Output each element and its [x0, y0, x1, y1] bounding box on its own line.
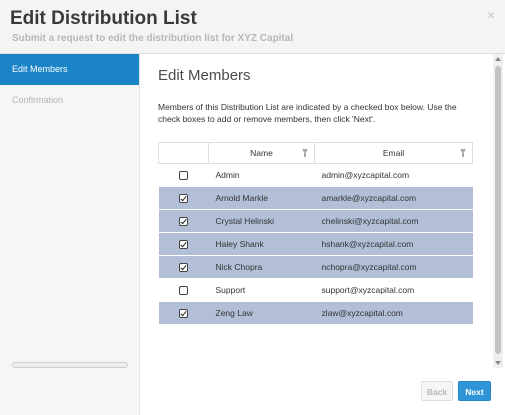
table-row[interactable]: Crystal Helinski chelinski@xyzcapital.com	[158, 209, 473, 233]
close-icon[interactable]: ×	[487, 7, 495, 23]
member-checkbox[interactable]	[179, 171, 188, 181]
table-row[interactable]: Admin admin@xyzcapital.com	[158, 163, 473, 187]
row-checkbox-cell	[158, 163, 209, 187]
next-button[interactable]: Next	[458, 381, 491, 401]
member-checkbox[interactable]	[179, 263, 188, 273]
member-email: nchopra@xyzcapital.com	[314, 255, 473, 279]
scroll-down-arrow-icon[interactable]	[495, 361, 501, 365]
dialog-subtitle: Submit a request to edit the distributio…	[12, 33, 294, 44]
member-checkbox[interactable]	[179, 286, 188, 296]
member-name: Crystal Helinski	[208, 209, 315, 233]
member-email: zlaw@xyzcapital.com	[314, 301, 473, 325]
sidebar-horizontal-scrollbar[interactable]	[12, 362, 128, 368]
member-name: Nick Chopra	[208, 255, 315, 279]
scroll-up-arrow-icon[interactable]	[495, 57, 501, 61]
member-name: Haley Shank	[208, 232, 315, 256]
instructions-text: Members of this Distribution List are in…	[158, 102, 457, 124]
table-row[interactable]: Nick Chopra nchopra@xyzcapital.com	[158, 255, 473, 279]
row-checkbox-cell	[158, 209, 209, 233]
table-row[interactable]: Haley Shank hshank@xyzcapital.com	[158, 232, 473, 256]
back-button[interactable]: Back	[421, 381, 453, 401]
filter-icon[interactable]	[460, 149, 466, 157]
step-confirmation[interactable]: Confirmation	[0, 85, 139, 116]
member-email: hshank@xyzcapital.com	[314, 232, 473, 256]
table-header-row: Name Email	[158, 142, 473, 164]
table-row[interactable]: Arnold Markle amarkle@xyzcapital.com	[158, 186, 473, 210]
member-checkbox[interactable]	[179, 194, 188, 204]
table-row[interactable]: Zeng Law zlaw@xyzcapital.com	[158, 301, 473, 325]
row-checkbox-cell	[158, 255, 209, 279]
column-header-email-label: Email	[382, 148, 405, 158]
member-name: Zeng Law	[208, 301, 315, 325]
vertical-scrollbar[interactable]	[493, 54, 503, 368]
step-edit-members[interactable]: Edit Members	[0, 54, 139, 85]
member-email: admin@xyzcapital.com	[314, 163, 473, 187]
column-header-email[interactable]: Email	[314, 142, 473, 164]
row-checkbox-cell	[158, 232, 209, 256]
member-checkbox[interactable]	[179, 217, 188, 227]
member-email: chelinski@xyzcapital.com	[314, 209, 473, 233]
member-email: support@xyzcapital.com	[314, 278, 473, 302]
main-panel: Edit Members Members of this Distributio…	[141, 54, 505, 415]
scroll-thumb[interactable]	[495, 66, 501, 354]
row-checkbox-cell	[158, 301, 209, 325]
row-checkbox-cell	[158, 186, 209, 210]
row-checkbox-cell	[158, 278, 209, 302]
wizard-sidebar: Edit Members Confirmation	[0, 54, 140, 415]
member-name: Admin	[208, 163, 315, 187]
column-header-checkbox	[158, 142, 209, 164]
table-row[interactable]: Support support@xyzcapital.com	[158, 278, 473, 302]
member-checkbox[interactable]	[179, 240, 188, 250]
column-header-name-label: Name	[250, 148, 273, 158]
member-name: Support	[208, 278, 315, 302]
section-title: Edit Members	[158, 67, 251, 84]
filter-icon[interactable]	[302, 149, 308, 157]
members-table: Name Email Admin admin@xyzcapital.com Arno…	[158, 142, 473, 325]
member-checkbox[interactable]	[179, 309, 188, 319]
member-name: Arnold Markle	[208, 186, 315, 210]
dialog-header: Edit Distribution List Submit a request …	[0, 0, 505, 54]
member-email: amarkle@xyzcapital.com	[314, 186, 473, 210]
column-header-name[interactable]: Name	[208, 142, 315, 164]
dialog-title: Edit Distribution List	[10, 8, 197, 29]
